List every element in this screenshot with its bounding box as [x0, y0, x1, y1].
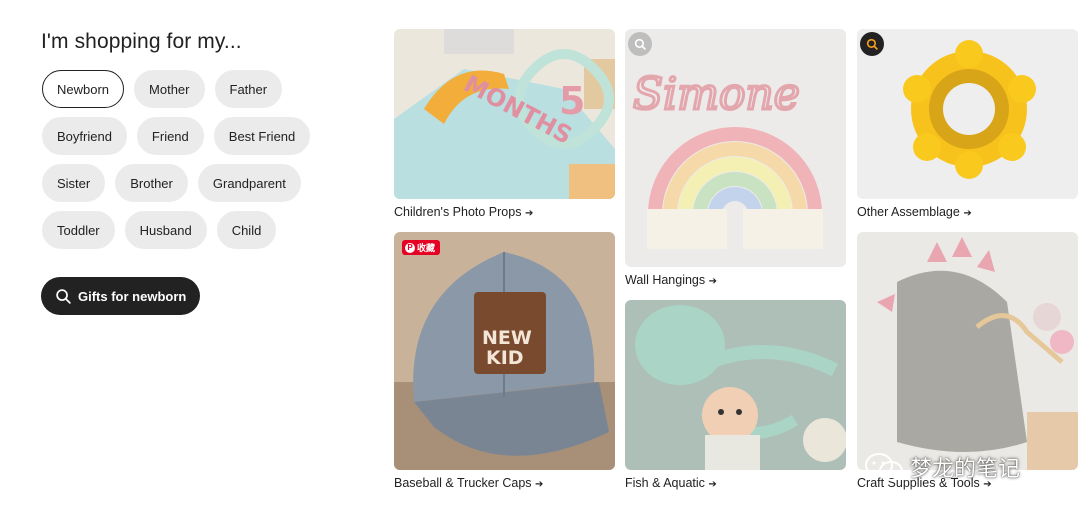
caption-text: Other Assemblage: [857, 205, 960, 219]
fish-aquatic-image: [625, 300, 846, 470]
caps-image: NEW KID P 收藏: [394, 232, 615, 470]
hat-text-new: NEW: [482, 327, 532, 349]
chip-row: Boyfriend Friend Best Friend: [42, 117, 342, 155]
caption-text: Wall Hangings: [625, 273, 706, 287]
hat-text-kid: KID: [486, 347, 524, 369]
chip-friend[interactable]: Friend: [136, 117, 204, 155]
chip-toddler[interactable]: Toddler: [42, 211, 115, 249]
chip-row: Newborn Mother Father: [42, 70, 342, 108]
page-heading: I'm shopping for my...: [41, 30, 242, 53]
visual-search-button[interactable]: [860, 32, 884, 56]
caps-caption: Baseball & Trucker Caps ➔: [394, 476, 543, 490]
chip-newborn[interactable]: Newborn: [42, 70, 125, 108]
chip-brother[interactable]: Brother: [115, 164, 188, 202]
caption-text: Children's Photo Props: [394, 205, 522, 219]
chip-row: Sister Brother Grandparent: [42, 164, 342, 202]
category-card-wall-hangings[interactable]: Simone Wall Hangings ➔: [625, 29, 846, 291]
assemblage-image: [857, 29, 1078, 199]
search-icon: [866, 38, 878, 50]
arrow-right-icon: ➔: [524, 208, 534, 219]
photo-props-caption: Children's Photo Props ➔: [394, 205, 533, 219]
chip-best-friend[interactable]: Best Friend: [213, 117, 311, 155]
chip-sister[interactable]: Sister: [42, 164, 106, 202]
pinterest-icon: P: [405, 242, 415, 253]
wall-hangings-image: Simone: [625, 29, 846, 267]
wechat-icon: [865, 453, 903, 481]
arrow-right-icon: ➔: [708, 479, 717, 490]
props-number: 5: [559, 79, 585, 123]
category-card-other-assemblage[interactable]: Other Assemblage ➔: [857, 29, 1078, 224]
arrow-right-icon: ➔: [535, 479, 544, 490]
gifts-for-newborn-label: Gifts for newborn: [78, 288, 187, 304]
recipient-chip-group: Newborn Mother Father Boyfriend Friend B…: [42, 70, 342, 258]
gifts-for-newborn-button[interactable]: Gifts for newborn: [41, 277, 201, 315]
caption-text: Baseball & Trucker Caps: [394, 476, 532, 490]
wall-hangings-caption: Wall Hangings ➔: [625, 273, 717, 287]
arrow-right-icon: ➔: [963, 208, 972, 219]
chip-row: Toddler Husband Child: [42, 211, 342, 249]
category-card-fish-aquatic[interactable]: Fish & Aquatic ➔: [625, 300, 846, 494]
chip-father[interactable]: Father: [214, 70, 283, 108]
chip-child[interactable]: Child: [216, 211, 277, 249]
category-card-photo-props[interactable]: 5 MONTHS Children's Photo Props ➔: [394, 29, 615, 224]
photo-props-image: 5 MONTHS: [394, 29, 615, 199]
yarn-name: Simone: [633, 69, 800, 120]
visual-search-button[interactable]: [628, 32, 652, 56]
caption-text: Fish & Aquatic: [625, 476, 705, 490]
search-icon: [634, 38, 646, 50]
chip-husband[interactable]: Husband: [124, 211, 207, 249]
arrow-right-icon: ➔: [708, 276, 718, 287]
category-card-caps[interactable]: NEW KID P 收藏 Baseball & Trucker Caps ➔: [394, 232, 615, 494]
watermark-text: 梦龙的笔记: [910, 456, 1021, 481]
chip-mother[interactable]: Mother: [134, 70, 205, 108]
chip-boyfriend[interactable]: Boyfriend: [42, 117, 127, 155]
chip-grandparent[interactable]: Grandparent: [197, 164, 301, 202]
save-badge-label: 收藏: [417, 243, 436, 253]
search-icon: [56, 288, 71, 304]
assemblage-caption: Other Assemblage ➔: [857, 205, 972, 219]
fish-aquatic-caption: Fish & Aquatic ➔: [625, 476, 717, 490]
craft-supplies-image: [857, 232, 1078, 470]
pinterest-save-badge[interactable]: P 收藏: [402, 240, 441, 255]
watermark: 梦龙的笔记: [864, 451, 1020, 483]
